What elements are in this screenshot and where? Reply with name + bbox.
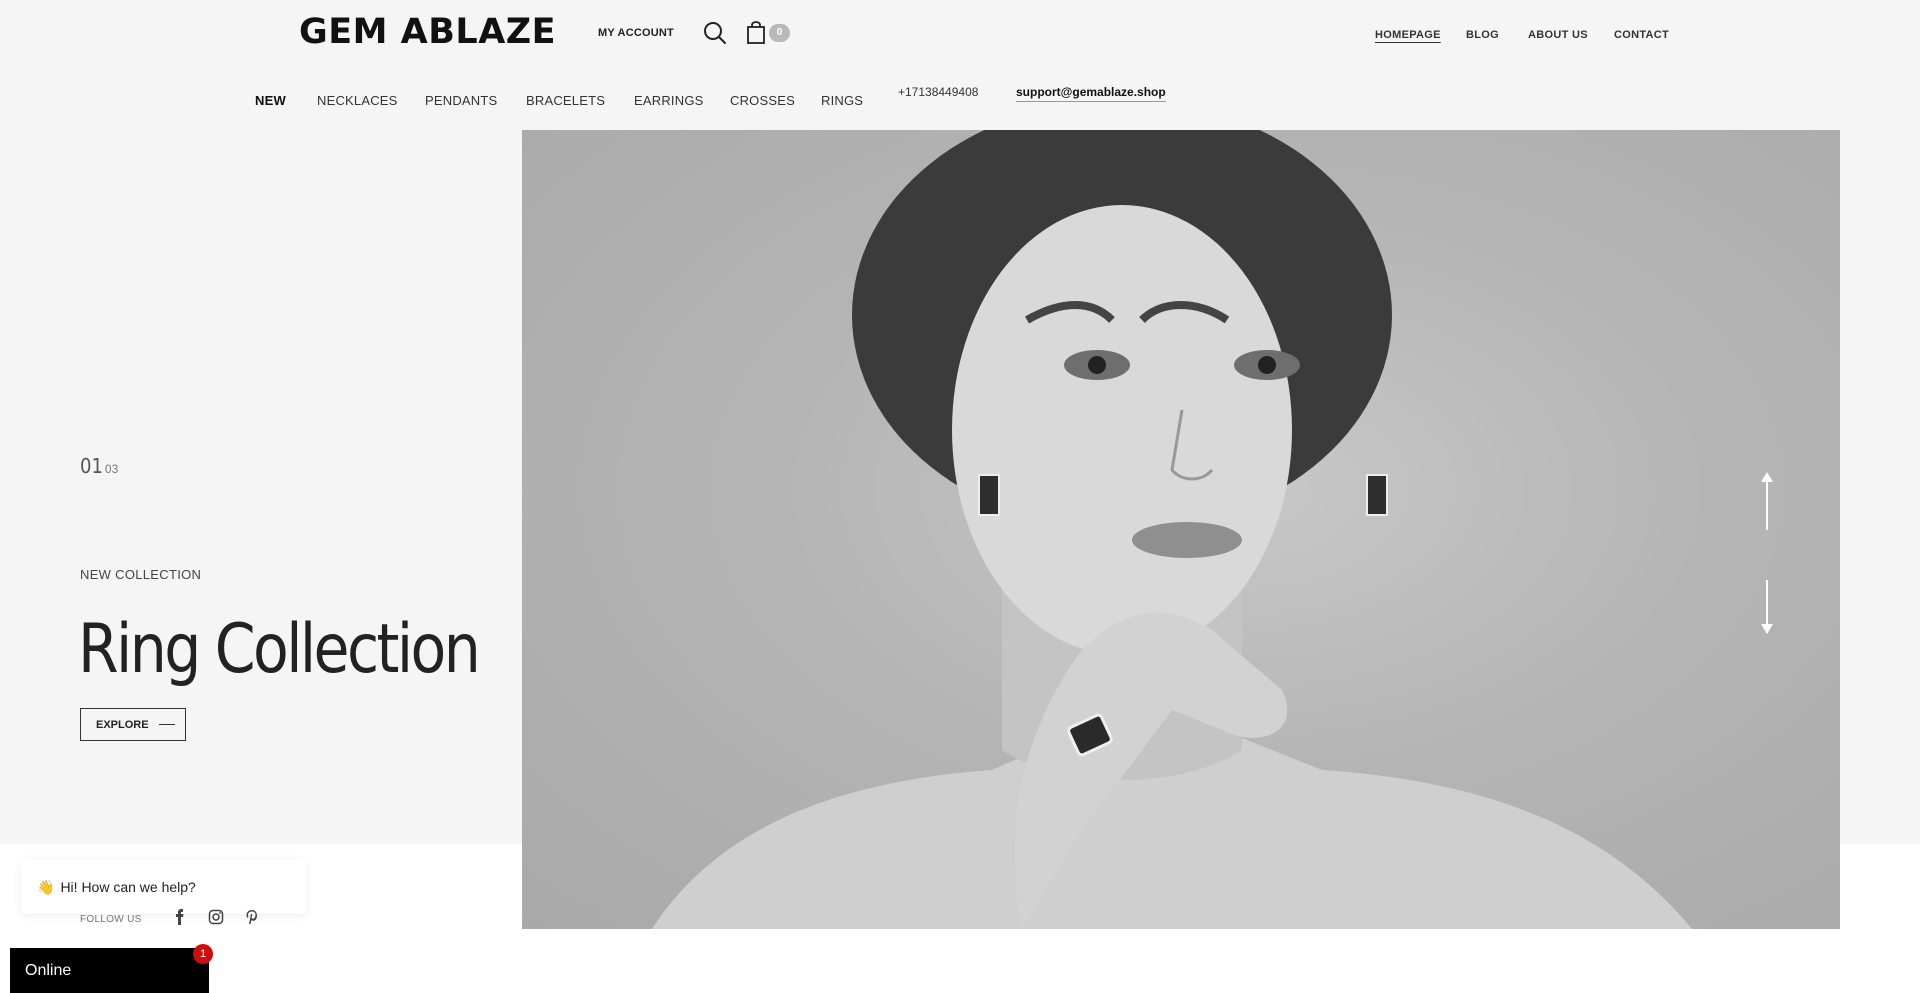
chat-online-bar[interactable]: Online (10, 948, 209, 993)
category-new[interactable]: NEW (255, 93, 286, 108)
slide-total: 03 (104, 462, 119, 476)
category-rings[interactable]: RINGS (821, 93, 863, 108)
my-account-link[interactable]: MY ACCOUNT (598, 27, 674, 39)
follow-us-label: FOLLOW US (80, 914, 142, 925)
arrow-line-icon (158, 724, 175, 725)
hero-eyebrow: NEW COLLECTION (80, 567, 202, 582)
nav-blog[interactable]: BLOG (1466, 29, 1499, 41)
slide-current: 01 (80, 454, 103, 478)
category-earrings[interactable]: EARRINGS (634, 93, 704, 108)
hero-title: Ring Collection (78, 610, 481, 689)
instagram-icon[interactable] (208, 909, 224, 925)
portrait-illustration (652, 130, 1692, 929)
nav-about-us[interactable]: ABOUT US (1528, 29, 1588, 41)
chat-unread-badge[interactable]: 1 (193, 944, 213, 964)
category-crosses[interactable]: CROSSES (730, 93, 795, 108)
chat-greeting-text: Hi! How can we help? (60, 879, 196, 895)
wave-hand-icon: 👋 (37, 878, 55, 895)
nav-contact[interactable]: CONTACT (1614, 29, 1669, 41)
pinterest-icon[interactable] (244, 909, 260, 925)
explore-button[interactable]: EXPLORE (80, 708, 186, 741)
cart-icon[interactable] (746, 21, 766, 45)
cart-count-badge[interactable]: 0 (769, 24, 790, 42)
hero-image (522, 130, 1840, 929)
nav-homepage[interactable]: HOMEPAGE (1375, 29, 1441, 41)
email-link[interactable]: support@gemablaze.shop (1016, 85, 1166, 102)
search-icon[interactable] (703, 21, 727, 45)
slide-down-arrowhead-icon[interactable] (1761, 624, 1773, 634)
category-bracelets[interactable]: BRACELETS (526, 93, 605, 108)
phone-link[interactable]: +17138449408 (898, 85, 978, 99)
category-necklaces[interactable]: NECKLACES (317, 93, 398, 108)
chat-status-text: Online (25, 961, 72, 979)
slide-counter: 01 03 (80, 454, 118, 478)
slide-up-arrow-icon[interactable] (1766, 478, 1768, 530)
chat-greeting-bubble[interactable]: 👋 Hi! How can we help? (21, 860, 306, 914)
explore-label: EXPLORE (96, 718, 149, 731)
site-logo[interactable]: GEM ABLAZE (299, 12, 556, 52)
slide-up-arrowhead-icon[interactable] (1761, 472, 1773, 482)
category-pendants[interactable]: PENDANTS (425, 93, 497, 108)
facebook-icon[interactable] (172, 909, 188, 925)
